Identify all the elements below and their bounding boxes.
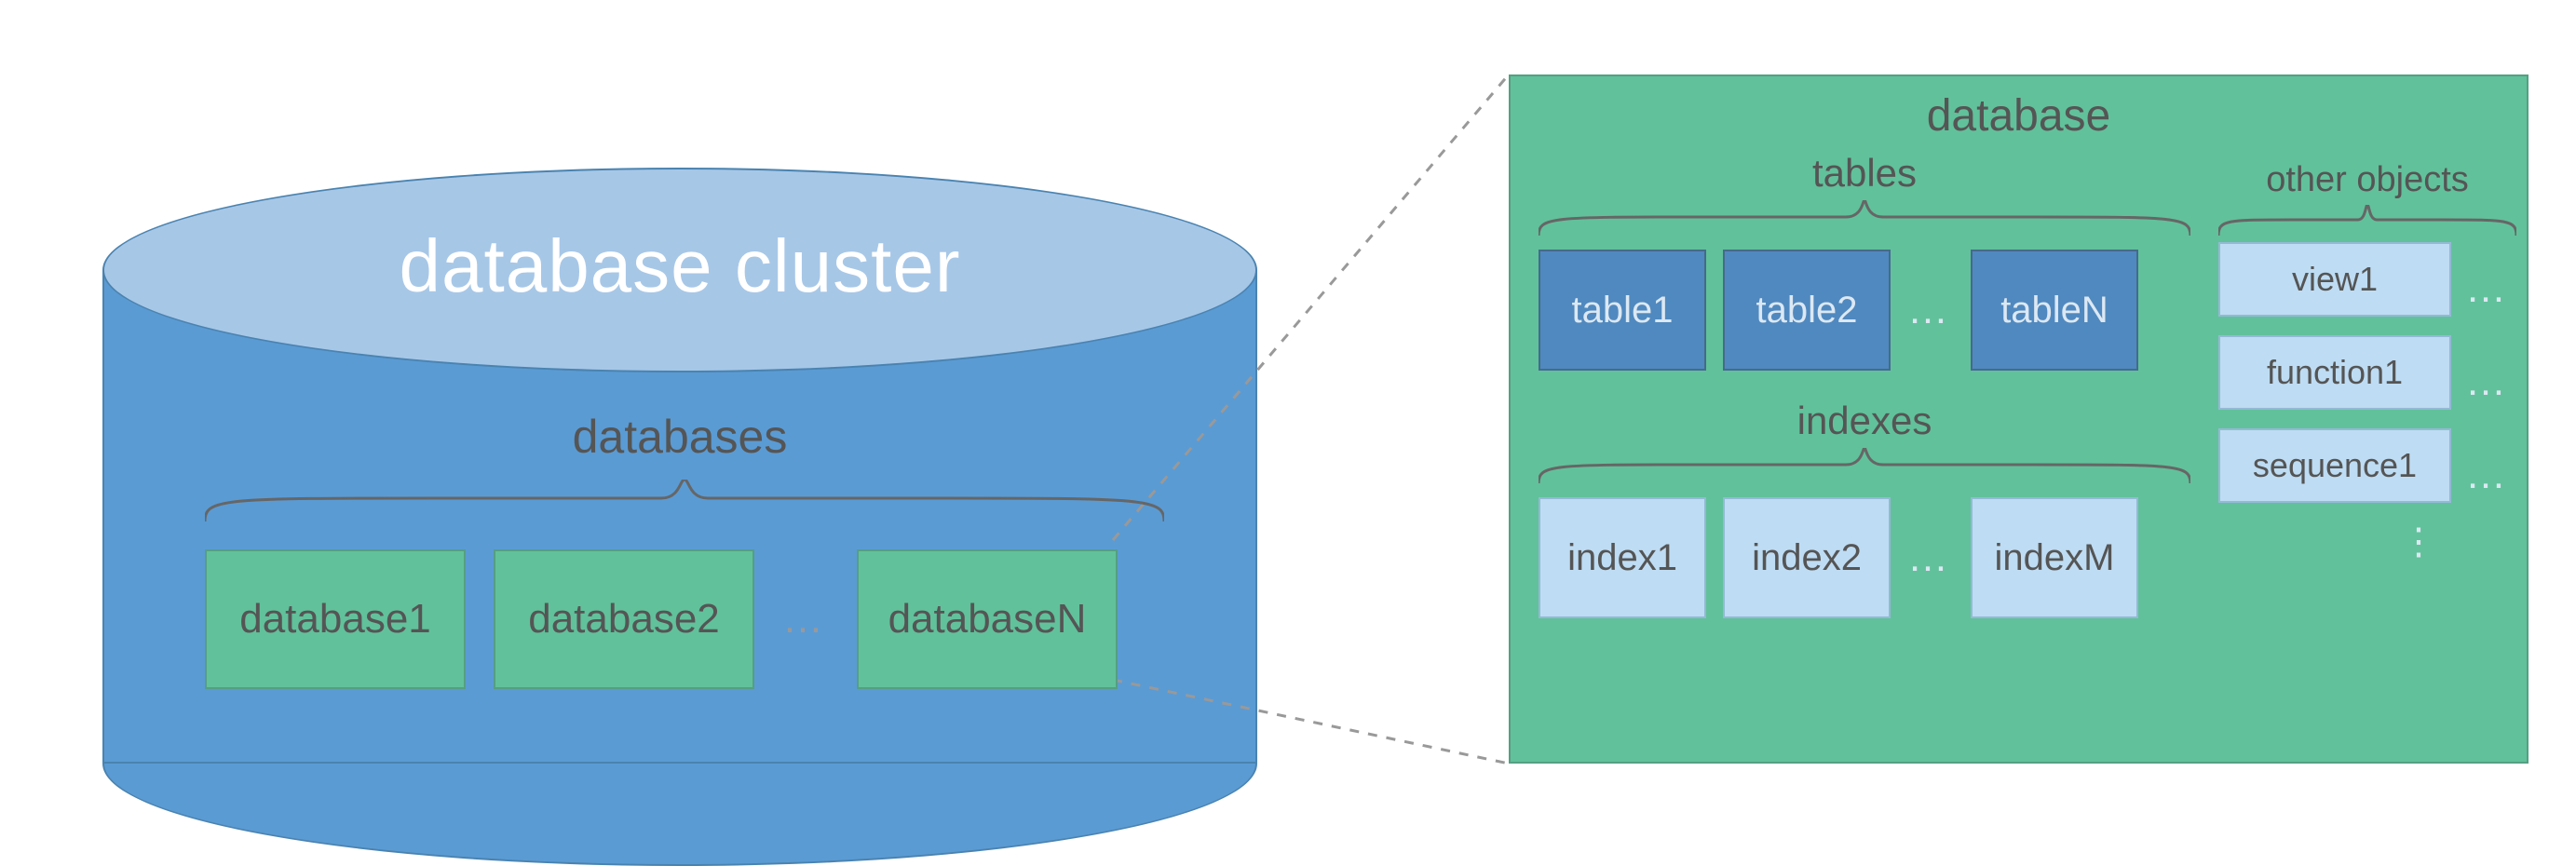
panel-left-column: tables table1 table2 … tableN indexes in…	[1539, 151, 2190, 618]
indexes-list: index1 index2 … indexM	[1539, 497, 2190, 618]
tables-list: table1 table2 … tableN	[1539, 250, 2190, 371]
database-box: database1	[205, 549, 466, 689]
database-box: database2	[494, 549, 754, 689]
brace-icon	[1539, 200, 2190, 237]
other-objects-label: other objects	[2218, 160, 2516, 200]
database-cluster-cylinder: database cluster databases database1 dat…	[102, 168, 1257, 661]
tables-label: tables	[1539, 151, 2190, 196]
index-box: indexM	[1971, 497, 2138, 618]
ellipsis-icon: …	[2465, 452, 2512, 498]
ellipsis-icon: …	[782, 596, 829, 643]
database-list: database1 database2 … databaseN	[205, 540, 1183, 698]
cluster-subtitle: databases	[102, 410, 1257, 464]
ellipsis-icon: …	[2465, 359, 2512, 405]
brace-icon	[205, 480, 1164, 526]
other-object-box: view1	[2218, 242, 2451, 317]
panel-right-column: other objects view1 … function1 … sequen…	[2218, 160, 2516, 553]
indexes-label: indexes	[1539, 399, 2190, 443]
table-box: table2	[1723, 250, 1891, 371]
database-box: databaseN	[857, 549, 1118, 689]
table-box: table1	[1539, 250, 1706, 371]
brace-icon	[2218, 205, 2516, 237]
vertical-ellipsis-icon: ⋮	[2321, 531, 2516, 553]
ellipsis-icon: …	[1907, 287, 1954, 333]
cluster-title: database cluster	[102, 223, 1257, 309]
index-box: index1	[1539, 497, 1706, 618]
ellipsis-icon: …	[1907, 534, 1954, 581]
database-detail-panel: database tables table1 table2 … tableN i…	[1509, 74, 2529, 764]
other-object-box: function1	[2218, 335, 2451, 410]
other-object-box: sequence1	[2218, 428, 2451, 503]
index-box: index2	[1723, 497, 1891, 618]
brace-icon	[1539, 448, 2190, 485]
table-box: tableN	[1971, 250, 2138, 371]
panel-title: database	[1511, 90, 2527, 142]
ellipsis-icon: …	[2465, 265, 2512, 312]
